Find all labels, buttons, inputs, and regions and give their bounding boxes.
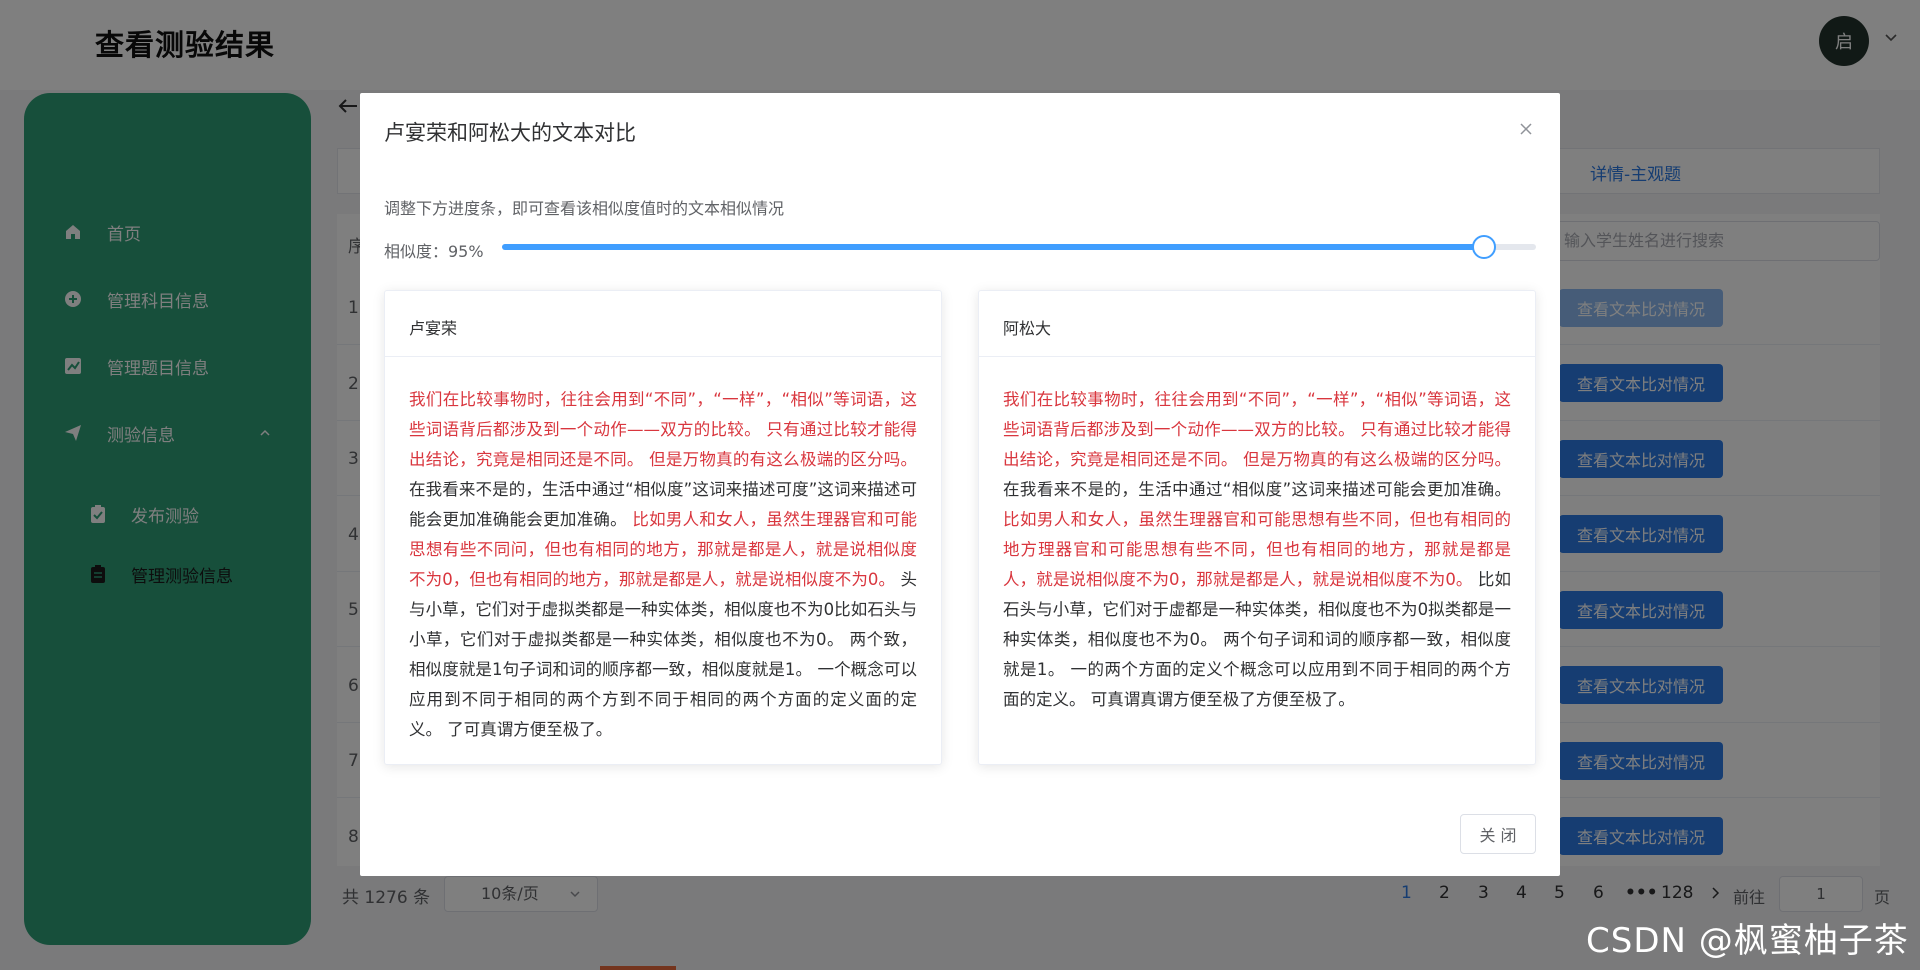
close-button[interactable]: 关 闭 — [1460, 814, 1536, 854]
similarity-label: 相似度：95% — [384, 242, 484, 261]
card-text: 我们在比较事物时，往往会用到“不同”，“一样”，“相似”等词语，这些词语背后都涉… — [385, 357, 941, 745]
highlighted-text: 我们在比较事物时，往往会用到“不同”，“一样”，“相似”等词语，这些词语背后都涉… — [1003, 390, 1511, 469]
plain-text: 在我看来不是的，生活中通过“相似度”这词来描述可能会更加准确。 — [1003, 480, 1511, 499]
highlighted-text: 我们在比较事物时，往往会用到“不同”，“一样”，“相似”等词语，这些词语背后都涉… — [409, 390, 917, 469]
right-text-card: 阿松大 我们在比较事物时，往往会用到“不同”，“一样”，“相似”等词语，这些词语… — [978, 290, 1536, 765]
card-student-name: 阿松大 — [979, 291, 1535, 357]
text-comparison-dialog: 卢宴荣和阿松大的文本对比 调整下方进度条，即可查看该相似度值时的文本相似情况 相… — [360, 93, 1560, 876]
close-icon[interactable] — [1519, 122, 1533, 136]
slider-hint: 调整下方进度条，即可查看该相似度值时的文本相似情况 — [384, 199, 785, 218]
left-text-card: 卢宴荣 我们在比较事物时，往往会用到“不同”，“一样”，“相似”等词语，这些词语… — [384, 290, 942, 765]
slider-handle[interactable] — [1472, 235, 1497, 259]
similarity-slider[interactable] — [502, 235, 1536, 259]
card-student-name: 卢宴荣 — [385, 291, 941, 357]
card-text: 我们在比较事物时，往往会用到“不同”，“一样”，“相似”等词语，这些词语背后都涉… — [979, 357, 1535, 715]
watermark: CSDN @枫蜜柚子茶 — [1586, 921, 1909, 961]
highlighted-text: 比如男人和女人，虽然生理器官和可能思想有些不同，但也有相同的地方理器官和可能思想… — [1003, 510, 1511, 589]
dialog-title: 卢宴荣和阿松大的文本对比 — [384, 121, 636, 145]
plain-text: 头与小草，它们对于虚拟类都是一种实体类，相似度也不为0比如石头与小草，它们对于虚… — [409, 570, 917, 739]
slider-fill — [502, 244, 1485, 250]
plain-text: 比如石头与小草，它们对于虚都是一种实体类，相似度也不为0拟类都是一种实体类，相似… — [1003, 570, 1512, 709]
